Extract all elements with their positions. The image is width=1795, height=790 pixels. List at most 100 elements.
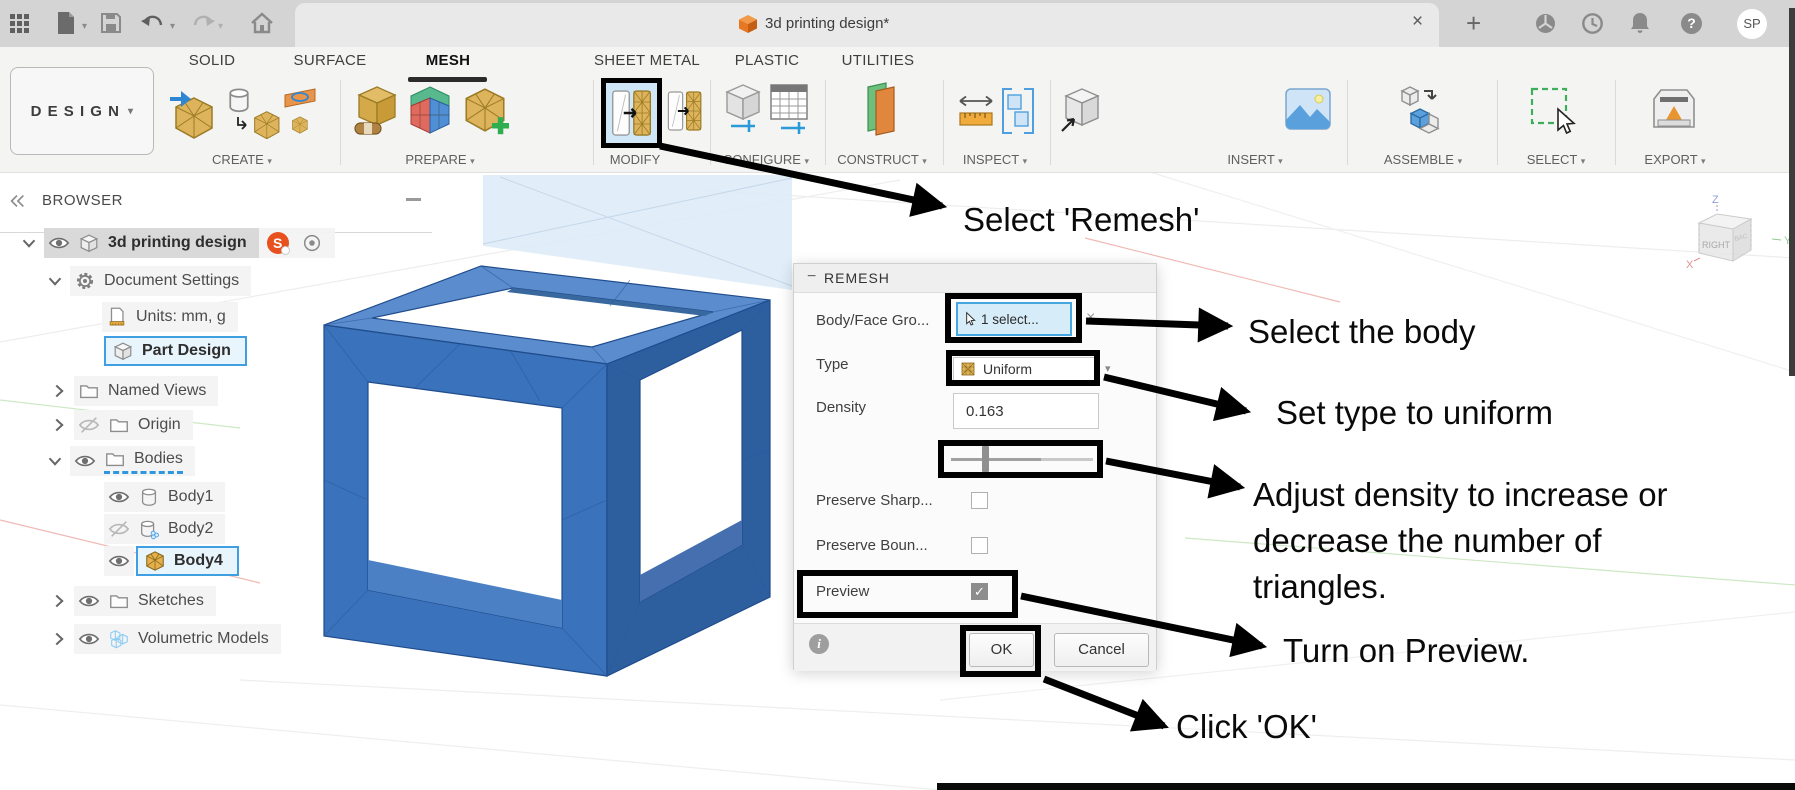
construct-plane-button[interactable] [860,81,900,137]
redo-icon[interactable] [192,13,216,33]
new-tab-icon[interactable]: + [1466,8,1481,39]
tab-solid[interactable]: SOLID [189,52,236,69]
chevron-down-icon[interactable] [18,232,40,254]
undo-icon[interactable] [140,13,164,33]
chevron-right-icon[interactable] [48,628,70,650]
convert-mesh-button[interactable] [224,85,280,139]
group-construct[interactable]: CONSTRUCT ▾ [837,152,927,167]
chevron-down-icon[interactable] [44,450,66,472]
file-menu-caret-icon[interactable]: ▾ [82,21,87,32]
visibility-eye-icon[interactable] [108,550,130,572]
section-analysis-button[interactable] [998,85,1038,137]
redo-menu-caret-icon[interactable]: ▾ [218,21,223,32]
tab-mesh[interactable]: MESH [426,52,471,69]
tab-plastic[interactable]: PLASTIC [735,52,800,69]
chevron-right-icon[interactable] [48,414,70,436]
workspace-selector[interactable]: D E S I G N ▾ [10,67,154,155]
group-export[interactable]: EXPORT ▾ [1644,152,1705,167]
active-tab-underline [408,77,487,82]
group-inspect[interactable]: INSPECT ▾ [963,152,1027,167]
tree-row-bodies[interactable]: Bodies [44,446,195,476]
visibility-eye-icon[interactable] [48,232,70,254]
collapse-panel-icon[interactable] [8,192,26,210]
tab-surface[interactable]: SURFACE [294,52,367,69]
tree-row-body4[interactable]: Body4 [104,546,239,576]
preview-checkbox[interactable]: ✓ [971,583,988,600]
group-create[interactable]: CREATE ▾ [212,152,272,167]
tree-row-units[interactable]: Units: mm, g [102,302,238,332]
model-body[interactable] [310,250,790,690]
visibility-eye-icon[interactable] [74,450,96,472]
group-assemble[interactable]: ASSEMBLE ▾ [1384,152,1462,167]
tree-row-part-design[interactable]: Part Design [104,336,247,366]
tree-row-body1[interactable]: Body1 [104,482,226,512]
chevron-down-icon[interactable] [44,270,66,292]
density-slider-handle[interactable] [982,446,989,472]
type-dropdown[interactable]: Uniform [953,357,1095,381]
repair-mesh-button[interactable] [351,85,399,137]
tree-row-volumetric-models[interactable]: Volumetric Models [48,624,281,654]
select-tool-button[interactable] [1528,85,1576,135]
preserve-boundary-checkbox[interactable] [971,537,988,554]
sync-badge-icon[interactable]: S [266,232,290,255]
tree-row-document-settings[interactable]: Document Settings [44,266,252,296]
ok-button[interactable]: OK [969,633,1034,667]
generate-face-groups-button[interactable] [460,85,510,135]
group-modify[interactable]: MODIFY [610,152,661,167]
insert-derive-button[interactable] [1058,85,1102,137]
configuration-table-button[interactable] [767,81,811,137]
tree-row-body2[interactable]: Body2 [104,514,226,544]
tab-utilities[interactable]: UTILITIES [842,52,915,69]
tab-sheet-metal[interactable]: SHEET METAL [594,52,700,69]
configure-button[interactable] [721,81,765,137]
folder-icon [108,590,130,612]
group-prepare[interactable]: PREPARE ▾ [405,152,474,167]
chevron-right-icon[interactable] [48,380,70,402]
remesh-button[interactable] [601,78,662,148]
group-select[interactable]: SELECT ▾ [1527,152,1586,167]
group-insert[interactable]: INSERT ▾ [1227,152,1282,167]
mesh-sections-button[interactable] [406,85,454,135]
reduce-button[interactable] [666,83,704,139]
tree-row-named-views[interactable]: Named Views [48,376,219,406]
export-button[interactable] [1648,85,1700,137]
tree-row-origin[interactable]: Origin [48,410,193,440]
tree-row-root[interactable]: 3d printing design S [18,228,335,258]
tessellate-button[interactable] [281,85,319,139]
notifications-bell-icon[interactable] [1629,11,1651,35]
ground-to-parent-icon[interactable] [301,232,323,254]
close-tab-icon[interactable]: × [1412,11,1423,33]
new-file-icon[interactable] [56,11,76,35]
clear-selection-icon[interactable]: × [1086,309,1095,327]
home-icon[interactable] [250,11,274,35]
insert-mesh-button[interactable] [170,85,218,139]
visibility-off-eye-icon[interactable] [78,414,100,436]
info-icon[interactable]: i [809,634,829,654]
extensions-icon[interactable] [1534,12,1557,35]
visibility-eye-icon[interactable] [78,590,100,612]
dialog-header[interactable]: − REMESH [794,264,1156,293]
view-cube[interactable]: RIGHT BAC Z Y X [1685,190,1795,285]
visibility-eye-icon[interactable] [108,486,130,508]
visibility-eye-icon[interactable] [78,628,100,650]
preserve-sharp-checkbox[interactable] [971,492,988,509]
group-configure[interactable]: CONFIGURE ▾ [723,152,809,167]
cancel-button[interactable]: Cancel [1054,633,1149,667]
save-icon[interactable] [100,12,122,34]
measure-button[interactable] [956,89,996,135]
visibility-off-eye-icon[interactable] [108,518,130,540]
selection-button[interactable]: 1 select... [956,302,1072,336]
undo-menu-caret-icon[interactable]: ▾ [170,21,175,32]
panel-resize-handle[interactable] [406,198,421,201]
collapse-dialog-icon[interactable]: − [807,268,816,286]
avatar[interactable]: SP [1737,9,1767,39]
app-grid-icon[interactable] [10,14,30,34]
help-icon[interactable]: ? [1681,13,1702,34]
chevron-right-icon[interactable] [48,590,70,612]
job-status-icon[interactable] [1581,12,1604,35]
tree-row-sketches[interactable]: Sketches [48,586,216,616]
new-component-button[interactable] [1396,83,1446,137]
type-dropdown-caret-icon[interactable]: ▾ [1105,362,1111,375]
density-input[interactable] [953,393,1099,429]
insert-canvas-button[interactable] [1284,87,1332,131]
